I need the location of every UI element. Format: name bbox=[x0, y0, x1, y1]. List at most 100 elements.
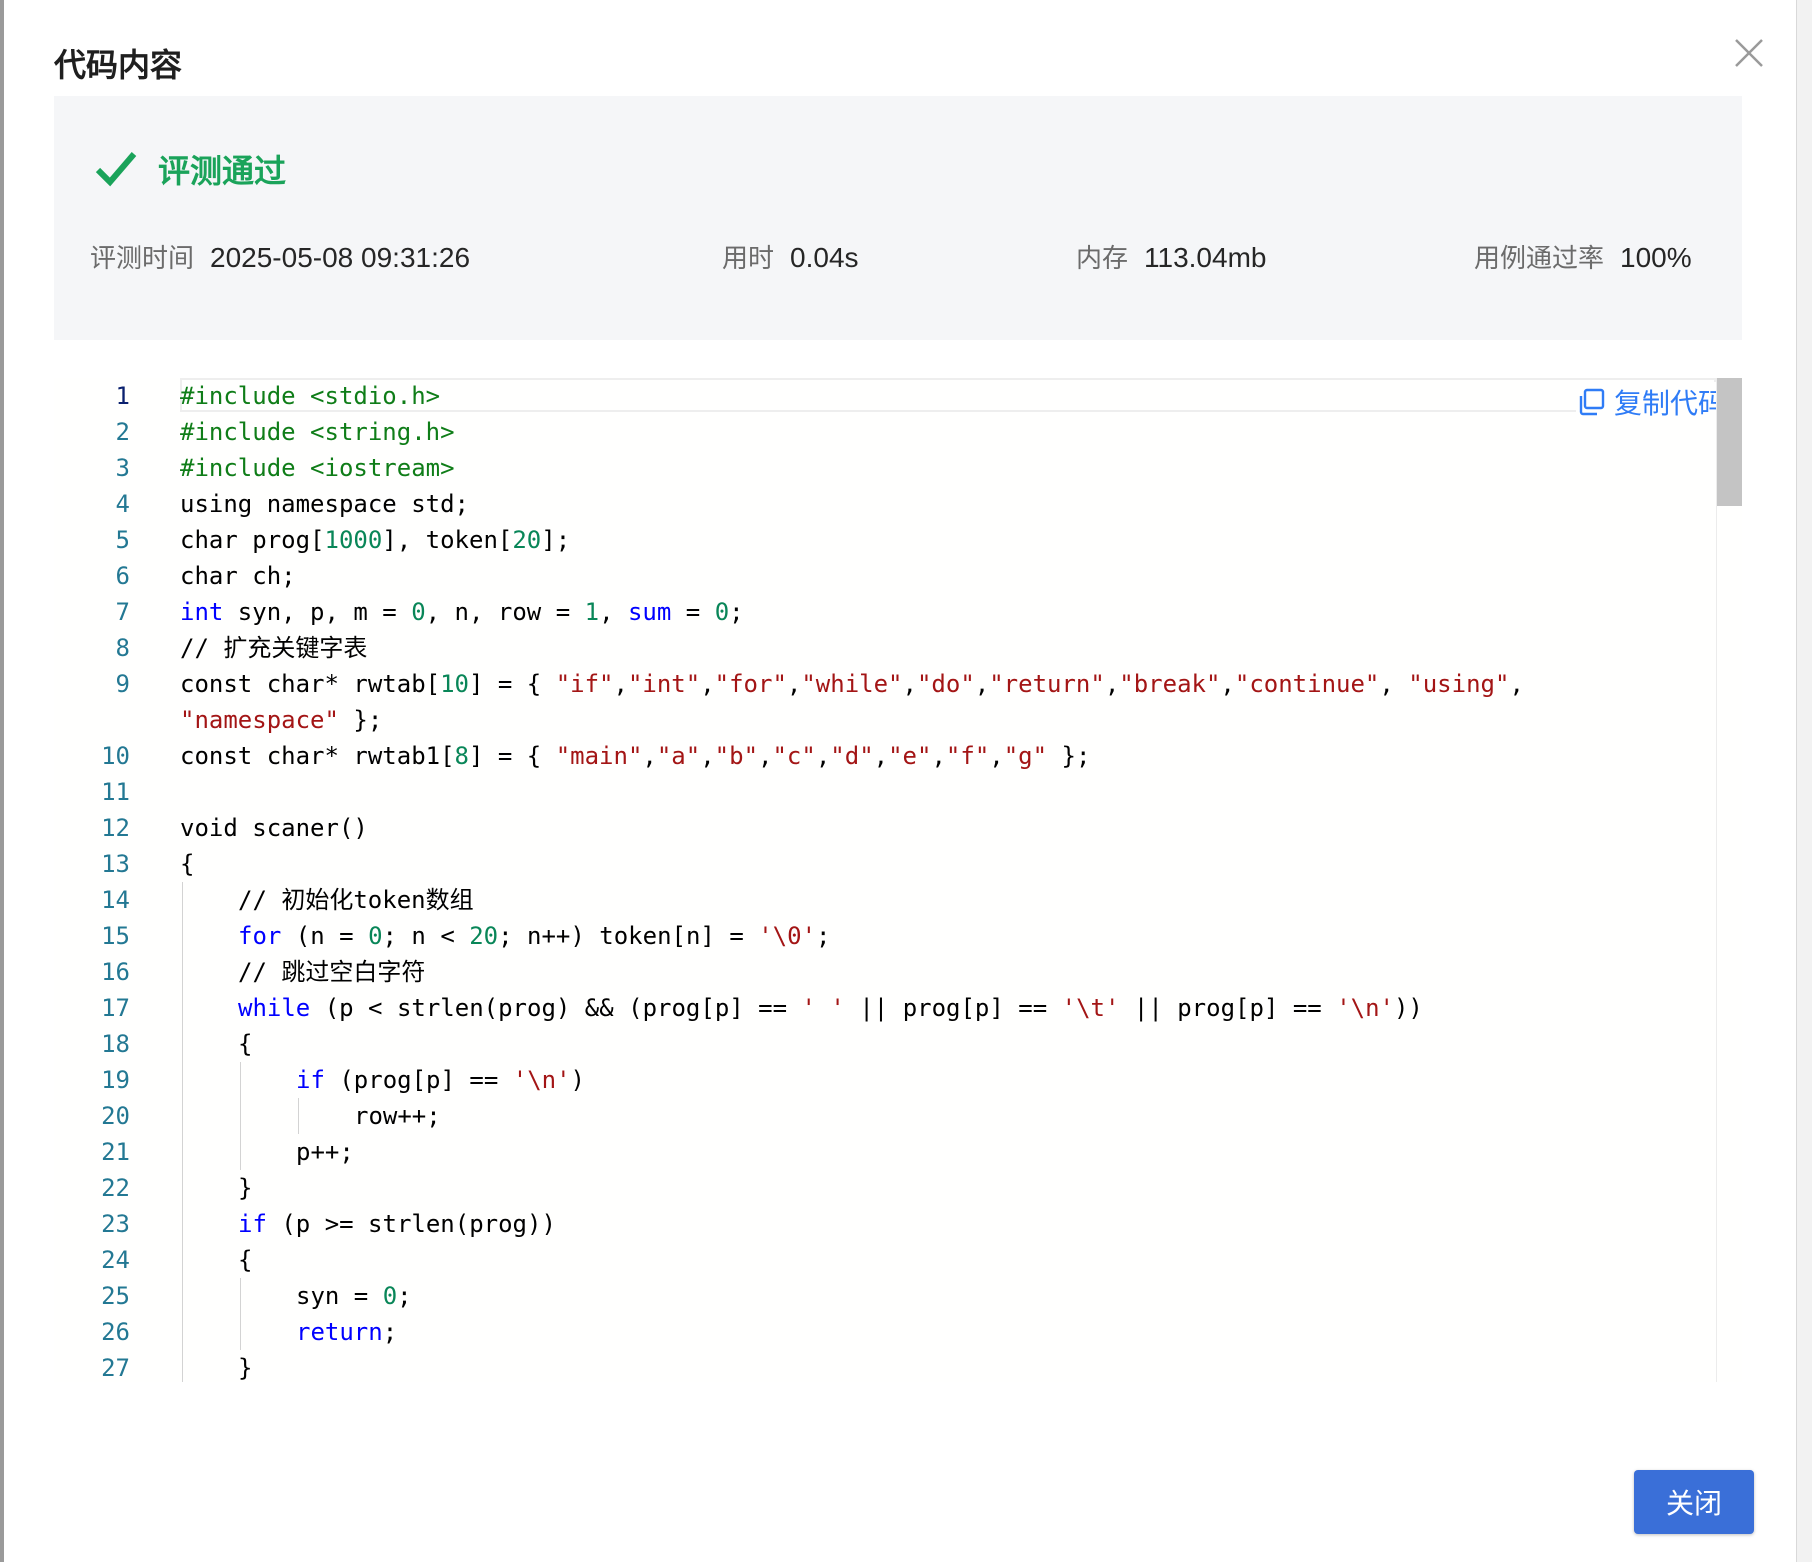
indent-guide bbox=[182, 954, 183, 990]
close-icon[interactable] bbox=[1732, 36, 1766, 70]
line-number: 11 bbox=[101, 778, 130, 806]
pass-rate-value: 100% bbox=[1620, 242, 1692, 273]
code-token: , bbox=[931, 742, 946, 770]
code-token: "b" bbox=[714, 742, 759, 770]
line-number: 6 bbox=[115, 562, 130, 590]
code-line: 22} bbox=[54, 1170, 1714, 1206]
indent-guide bbox=[182, 1314, 183, 1350]
close-button[interactable]: 关闭 bbox=[1634, 1470, 1754, 1534]
code-token: char prog[ bbox=[180, 526, 325, 554]
code-token: 0 bbox=[411, 598, 426, 626]
code-text: while (p < strlen(prog) && (prog[p] == '… bbox=[238, 990, 1423, 1026]
code-token: (p < strlen(prog) && (prog[p] == bbox=[310, 994, 802, 1022]
code-token: '\n' bbox=[1336, 994, 1394, 1022]
copy-icon bbox=[1579, 388, 1605, 416]
code-token: 0 bbox=[382, 1282, 398, 1310]
pass-rate: 用例通过率 100% bbox=[1474, 238, 1692, 275]
code-token: , bbox=[902, 670, 917, 698]
code-text: } bbox=[238, 1350, 252, 1382]
code-token: "namespace" bbox=[180, 706, 339, 734]
code-scrollbar-thumb[interactable] bbox=[1717, 378, 1742, 506]
line-number: 26 bbox=[101, 1318, 130, 1346]
indent-guide bbox=[182, 1206, 183, 1242]
code-token: } bbox=[238, 1354, 253, 1382]
code-token: ; n < bbox=[382, 922, 470, 950]
code-token: #include <iostream> bbox=[180, 454, 455, 482]
code-token: "if" bbox=[555, 670, 614, 698]
code-token: ; bbox=[729, 598, 744, 626]
code-token: row++; bbox=[354, 1102, 441, 1130]
code-token: "main" bbox=[555, 742, 643, 770]
code-token: 10 bbox=[440, 670, 469, 698]
copy-code-label: 复制代码 bbox=[1614, 387, 1727, 420]
code-text: for (n = 0; n < 20; n++) token[n] = '\0'… bbox=[238, 918, 830, 954]
code-text: } bbox=[238, 1170, 252, 1206]
background-page-scrollbar bbox=[1796, 0, 1812, 1562]
code-token: 0 bbox=[368, 922, 383, 950]
status-text: 评测通过 bbox=[158, 152, 287, 190]
code-line: 3 #include <iostream> bbox=[54, 450, 1714, 486]
code-token: "break" bbox=[1119, 670, 1221, 698]
line-number: 19 bbox=[101, 1066, 130, 1094]
code-token: , bbox=[599, 598, 628, 626]
code-token: "do" bbox=[916, 670, 975, 698]
code-token: // 跳过空白字符 bbox=[238, 958, 426, 986]
code-token: syn, p, m = bbox=[223, 598, 412, 626]
code-token: "a" bbox=[656, 742, 701, 770]
code-line: 14 // 初始化token数组 bbox=[54, 882, 1714, 918]
code-token: ], token[ bbox=[382, 526, 513, 554]
indent-guide bbox=[182, 1098, 183, 1134]
code-token: , bbox=[700, 742, 715, 770]
indent-guide bbox=[240, 1314, 241, 1350]
code-line: 7 int syn, p, m = 0, n, row = 1, sum = 0; bbox=[54, 594, 1714, 630]
indent-guide bbox=[182, 990, 183, 1026]
indent-guide bbox=[182, 1026, 183, 1062]
code-line: 23 if (p >= strlen(prog)) bbox=[54, 1206, 1714, 1242]
code-text: { bbox=[238, 1242, 252, 1278]
code-token: "c" bbox=[772, 742, 816, 770]
time-used: 用时 0.04s bbox=[722, 238, 859, 275]
page: 代码内容 评测通过 评测时间 2025-05-08 09:31:26 用时 0.… bbox=[0, 0, 1812, 1562]
code-token: "for" bbox=[714, 670, 787, 698]
memory-label: 内存 bbox=[1076, 244, 1129, 274]
code-token: '\t' bbox=[1061, 994, 1120, 1022]
code-token: , bbox=[1220, 670, 1235, 698]
code-token: { bbox=[180, 850, 195, 878]
code-line: 12 void scaner() bbox=[54, 810, 1714, 846]
code-token: 0 bbox=[714, 598, 730, 626]
code-text: // 扩充关键字表 bbox=[180, 630, 367, 666]
code-line: 25 syn = 0; bbox=[54, 1278, 1714, 1314]
code-line: 5 char prog[1000], token[20]; bbox=[54, 522, 1714, 558]
copy-code-button[interactable]: 复制代码 bbox=[1576, 382, 1727, 422]
line-number: 21 bbox=[101, 1138, 130, 1166]
line-number: 3 bbox=[115, 454, 130, 482]
code-token: 1 bbox=[584, 598, 600, 626]
code-token: , bbox=[700, 670, 715, 698]
indent-guide bbox=[182, 1062, 183, 1098]
check-icon bbox=[94, 149, 138, 189]
line-number: 15 bbox=[101, 922, 130, 950]
code-token: (p >= strlen(prog)) bbox=[266, 1210, 556, 1238]
code-text: row++; bbox=[354, 1098, 441, 1134]
code-text: syn = 0; bbox=[296, 1278, 412, 1314]
line-number: 12 bbox=[101, 814, 130, 842]
code-token: #include <stdio.h> bbox=[180, 382, 441, 410]
code-line: 16 // 跳过空白字符 bbox=[54, 954, 1714, 990]
code-lines: 1 #include <stdio.h> 2 #include <string.h> 3… bbox=[54, 378, 1714, 1382]
judge-time-label: 评测时间 bbox=[90, 244, 195, 274]
code-dialog: 代码内容 评测通过 评测时间 2025-05-08 09:31:26 用时 0.… bbox=[4, 0, 1796, 1562]
code-scrollbar[interactable] bbox=[1716, 378, 1742, 1382]
code-token: for bbox=[238, 922, 282, 950]
code-token: 1000 bbox=[324, 526, 383, 554]
code-line: 2 #include <string.h> bbox=[54, 414, 1714, 450]
code-editor[interactable]: 1 #include <stdio.h> 2 #include <string.h> 3… bbox=[54, 378, 1742, 1382]
code-text: #include <string.h> bbox=[180, 414, 455, 450]
code-text: #include <stdio.h> bbox=[180, 378, 440, 414]
code-line: 11 bbox=[54, 774, 1714, 810]
code-token: if bbox=[296, 1066, 325, 1094]
judge-summary-panel: 评测通过 评测时间 2025-05-08 09:31:26 用时 0.04s 内… bbox=[54, 96, 1742, 340]
code-token: #include <string.h> bbox=[180, 418, 455, 446]
code-text: if (prog[p] == '\n') bbox=[296, 1062, 585, 1098]
code-token: , n, row = bbox=[425, 598, 585, 626]
code-token: , bbox=[613, 670, 628, 698]
